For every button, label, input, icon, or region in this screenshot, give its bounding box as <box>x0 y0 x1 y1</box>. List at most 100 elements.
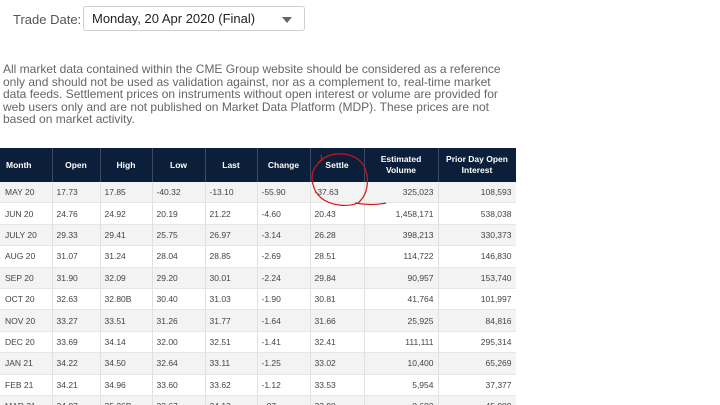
col-header-high[interactable]: High <box>100 148 153 182</box>
cell-open: 33.69 <box>52 331 101 354</box>
col-header-last[interactable]: Last <box>205 148 258 182</box>
cell-last: 26.97 <box>205 224 258 247</box>
col-header-month[interactable]: Month <box>0 148 53 182</box>
table-row: MAR 2134.8735.26B33.6734.12-.9733.988,68… <box>0 395 516 405</box>
cell-prior-day-open-interest: 84,816 <box>438 309 516 332</box>
cell-prior-day-open-interest: 330,373 <box>438 224 516 247</box>
cell-settle: 30.81 <box>310 288 365 311</box>
month[interactable]: AUG 20 <box>0 245 53 268</box>
cell-prior-day-open-interest: 153,740 <box>438 267 516 289</box>
cell-estimated-volume: 8,683 <box>364 395 439 405</box>
cell-last: 28.85 <box>205 245 258 268</box>
cell-settle: 28.51 <box>310 245 365 268</box>
chevron-down-icon[interactable] <box>282 17 292 23</box>
cell-prior-day-open-interest: 295,314 <box>438 331 516 354</box>
cell-high: 34.14 <box>100 331 153 354</box>
cell-prior-day-open-interest: 538,038 <box>438 202 516 225</box>
cell-last: 33.11 <box>205 352 258 375</box>
month[interactable]: MAY 20 <box>0 182 53 204</box>
cell-change: -4.60 <box>257 202 311 225</box>
cell-last: 30.01 <box>205 267 258 289</box>
col-header-change[interactable]: Change <box>257 148 311 182</box>
month[interactable]: DEC 20 <box>0 331 53 354</box>
cell-open: 34.87 <box>52 395 101 405</box>
trade-date-value: Monday, 20 Apr 2020 (Final) <box>92 11 256 26</box>
cell-high: 29.41 <box>100 224 153 247</box>
cell-open: 34.22 <box>52 352 101 375</box>
cell-last: 31.77 <box>205 309 258 332</box>
table-body: MAY 20 17.73 17.85 -40.32 -13.10 -55.90 -37.63… <box>0 182 516 405</box>
month[interactable]: OCT 20 <box>0 288 53 311</box>
trade-date-label: Trade Date: <box>13 11 82 27</box>
cell-low: 25.75 <box>152 224 206 247</box>
cell-prior-day-open-interest: 146,830 <box>438 245 516 268</box>
table-row: DEC 20 33.69 34.14 32.00 32.51 -1.41 32.41 111,… <box>0 331 516 354</box>
table-row: NOV 20 33.27 33.51 31.26 31.77 -1.64 31.66 25,9… <box>0 309 516 332</box>
cell-last: 33.62 <box>205 374 258 396</box>
cell-change: -.97 <box>257 395 311 405</box>
cell-high: 17.85 <box>100 182 153 204</box>
cell-prior-day-open-interest: 37,377 <box>438 374 516 396</box>
cell-settle: 32.41 <box>310 331 365 354</box>
month[interactable]: SEP 20 <box>0 267 53 289</box>
cell-low: 32.64 <box>152 352 206 375</box>
cell-change: -2.24 <box>257 267 311 289</box>
cell-estimated-volume: 398,213 <box>364 224 439 247</box>
cell-prior-day-open-interest: 45,889 <box>438 395 516 405</box>
month[interactable]: FEB 21 <box>0 374 53 396</box>
cell-high: 35.26B <box>100 395 153 405</box>
cell-last: 34.12 <box>205 395 258 405</box>
cell-estimated-volume: 1,458,171 <box>364 202 439 225</box>
cell-estimated-volume: 325,023 <box>364 182 439 204</box>
cell-change: -55.90 <box>257 182 311 204</box>
cell-open: 34.21 <box>52 374 101 396</box>
cell-estimated-volume: 111,111 <box>364 331 439 354</box>
col-header-low[interactable]: Low <box>152 148 206 182</box>
table-header-row: Month Open High Low Last Change Settle E… <box>0 148 516 182</box>
month[interactable]: JAN 21 <box>0 352 53 375</box>
cell-low: 29.20 <box>152 267 206 289</box>
table-row: JAN 21 34.22 34.50 32.64 33.11 -1.25 33.02 10,4… <box>0 352 516 375</box>
month[interactable]: JULY 20 <box>0 224 53 247</box>
cell-last: -13.10 <box>205 182 258 204</box>
cell-settle: -37.63 <box>310 182 365 204</box>
cell-low: 30.40 <box>152 288 206 311</box>
cell-change: -3.14 <box>257 224 311 247</box>
table-row: OCT 20 32.63 32.80B 30.40 31.03 -1.90 30.81 41,… <box>0 288 516 311</box>
col-header-estimated-volume[interactable]: Estimated Volume <box>364 148 439 182</box>
month[interactable]: NOV 20 <box>0 309 53 332</box>
cell-low: 28.04 <box>152 245 206 268</box>
cell-open: 29.33 <box>52 224 101 247</box>
cell-open: 33.27 <box>52 309 101 332</box>
cell-low: 33.60 <box>152 374 206 396</box>
table-row: MAY 20 17.73 17.85 -40.32 -13.10 -55.90 -37.63… <box>0 182 516 204</box>
cell-estimated-volume: 25,925 <box>364 309 439 332</box>
cell-settle: 29.84 <box>310 267 365 289</box>
cell-low: -40.32 <box>152 182 206 204</box>
month[interactable]: JUN 20 <box>0 202 53 225</box>
disclaimer-text: All market data contained within the CME… <box>3 62 501 126</box>
cell-change: -1.64 <box>257 309 311 332</box>
cell-settle: 31.66 <box>310 309 365 332</box>
cell-settle: 33.53 <box>310 374 365 396</box>
cell-estimated-volume: 5,954 <box>364 374 439 396</box>
table-row: JULY 20 29.33 29.41 25.75 26.97 -3.14 26.28 398… <box>0 224 516 247</box>
table-row: JUN 20 24.76 24.92 20.19 21.22 -4.60 20.43 1,45… <box>0 202 516 225</box>
col-header-open[interactable]: Open <box>52 148 101 182</box>
cell-open: 31.90 <box>52 267 101 289</box>
table-row: SEP 20 31.90 32.09 29.20 30.01 -2.24 29.84 90,9… <box>0 267 516 289</box>
trade-date-select[interactable]: Monday, 20 Apr 2020 (Final) <box>83 6 305 31</box>
month[interactable]: MAR 21 <box>0 395 53 405</box>
table-row: AUG 20 31.07 31.24 28.04 28.85 -2.69 28.51 114,… <box>0 245 516 268</box>
trade-date-row: Trade Date: <box>13 6 91 32</box>
col-header-prior-day-open-interest[interactable]: Prior Day Open Interest <box>438 148 516 182</box>
cell-prior-day-open-interest: 65,269 <box>438 352 516 375</box>
cell-high: 32.09 <box>100 267 153 289</box>
cell-high: 31.24 <box>100 245 153 268</box>
cell-settle: 33.02 <box>310 352 365 375</box>
cell-settle: 26.28 <box>310 224 365 247</box>
cell-change: -1.12 <box>257 374 311 396</box>
col-header-settle[interactable]: Settle <box>310 148 365 182</box>
cell-low: 20.19 <box>152 202 206 225</box>
cell-open: 24.76 <box>52 202 101 225</box>
